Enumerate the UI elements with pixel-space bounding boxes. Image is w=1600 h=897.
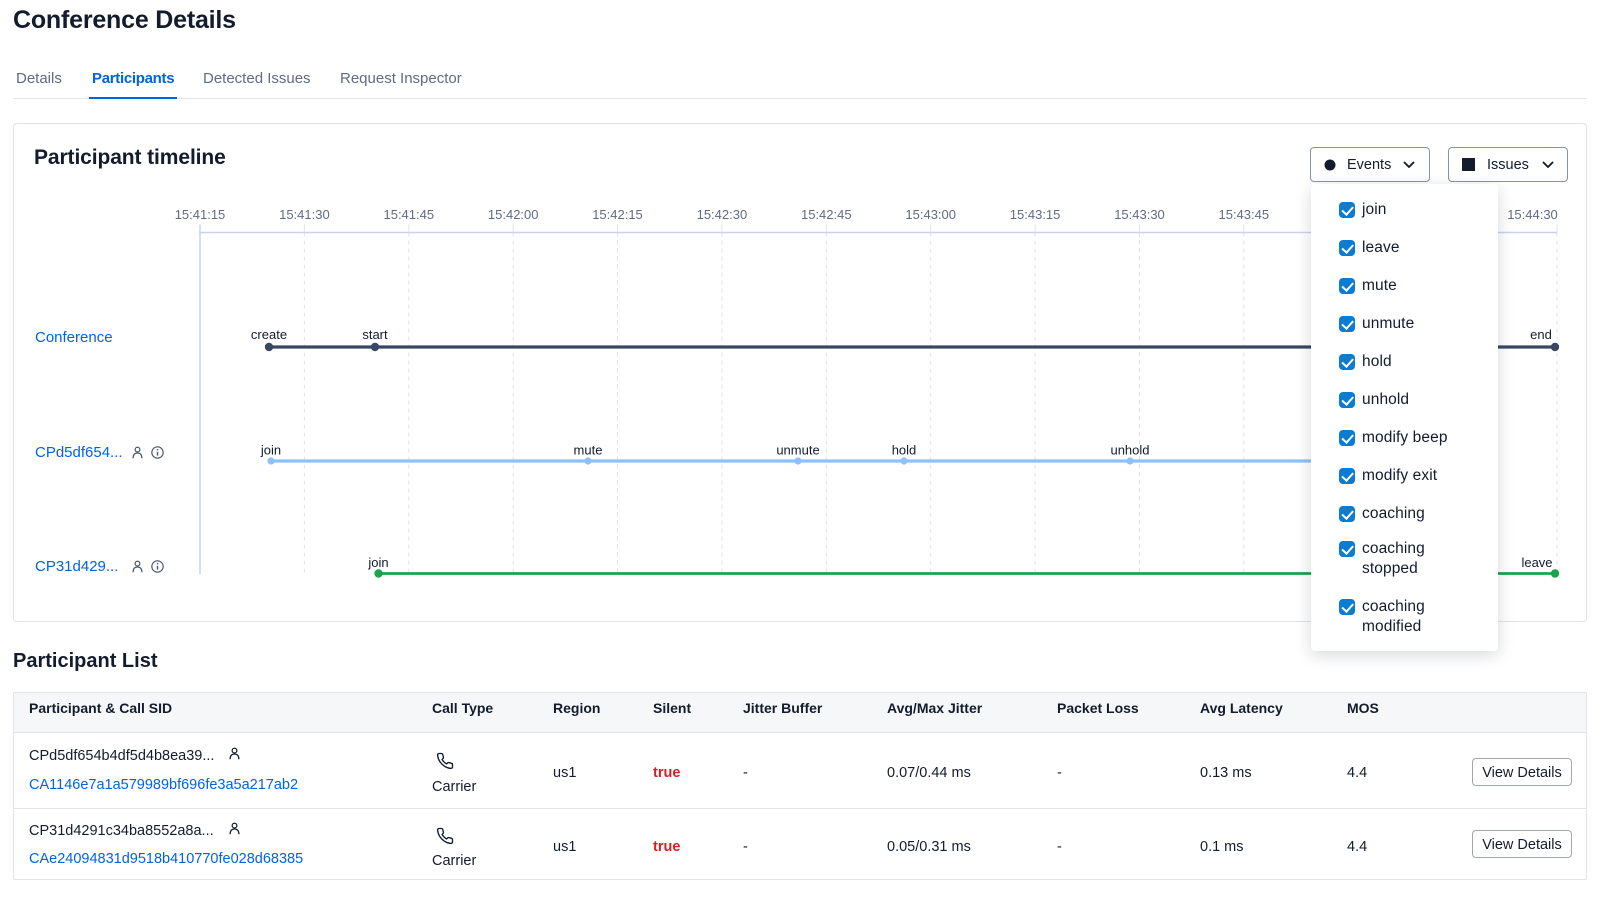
svg-text:15:43:00: 15:43:00 bbox=[905, 207, 956, 222]
svg-text:15:41:15: 15:41:15 bbox=[175, 207, 226, 222]
svg-text:15:43:15: 15:43:15 bbox=[1010, 207, 1061, 222]
svg-text:15:42:45: 15:42:45 bbox=[801, 207, 852, 222]
svg-text:leave: leave bbox=[1521, 555, 1552, 570]
svg-text:mute: mute bbox=[574, 443, 603, 458]
svg-text:15:42:30: 15:42:30 bbox=[697, 207, 748, 222]
svg-text:15:44:30: 15:44:30 bbox=[1507, 207, 1558, 222]
svg-text:hold: hold bbox=[892, 443, 917, 458]
svg-text:15:42:00: 15:42:00 bbox=[488, 207, 539, 222]
svg-text:15:41:30: 15:41:30 bbox=[279, 207, 330, 222]
svg-text:join: join bbox=[260, 443, 281, 458]
svg-text:15:42:15: 15:42:15 bbox=[592, 207, 643, 222]
svg-text:join: join bbox=[367, 555, 388, 570]
svg-text:unmute: unmute bbox=[776, 443, 819, 458]
svg-text:15:41:45: 15:41:45 bbox=[383, 207, 434, 222]
svg-text:unhold: unhold bbox=[1110, 443, 1149, 458]
svg-text:start: start bbox=[362, 327, 388, 342]
svg-text:create: create bbox=[251, 327, 287, 342]
svg-text:15:43:45: 15:43:45 bbox=[1218, 207, 1269, 222]
svg-text:15:43:30: 15:43:30 bbox=[1114, 207, 1165, 222]
svg-text:end: end bbox=[1530, 327, 1552, 342]
